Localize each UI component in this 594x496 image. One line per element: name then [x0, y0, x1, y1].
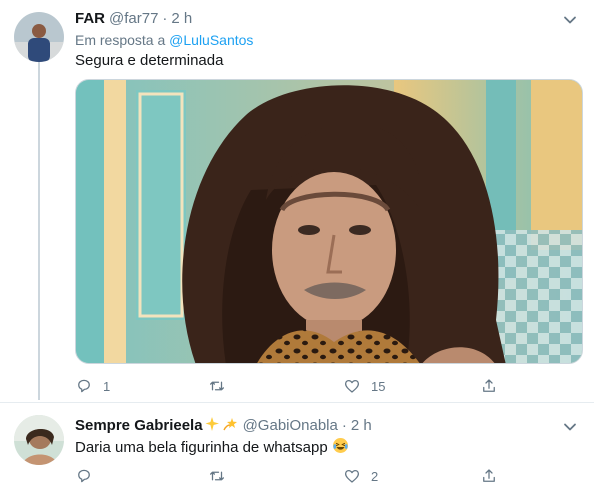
tweet-header: Sempre Gabrieela @GabiOnabla · 2 h [75, 416, 372, 434]
heart-icon [344, 379, 360, 393]
laughing-tears-emoji [332, 438, 349, 456]
avatar[interactable] [14, 415, 64, 465]
thread-line [38, 62, 40, 400]
like-button[interactable]: 2 [343, 465, 378, 487]
retweet-button[interactable] [208, 465, 236, 487]
timestamp[interactable]: 2 h [351, 417, 372, 434]
tweet-text: Daria uma bela figurinha de whatsapp [75, 437, 349, 456]
separator: · [341, 417, 347, 434]
tweet-media-image[interactable] [75, 79, 583, 364]
tweet-far[interactable]: FAR @far77 · 2 h Em resposta a @LuluSant… [0, 0, 594, 402]
reply-mention-link[interactable]: @LuluSantos [169, 32, 253, 48]
tweet-text-body: Daria uma bela figurinha de whatsapp [75, 439, 328, 456]
reply-icon [78, 379, 90, 393]
like-button[interactable]: 15 [343, 375, 385, 397]
like-count: 15 [371, 378, 386, 394]
reply-button[interactable]: 1 [75, 375, 110, 397]
tweet-sempre-gabrieela[interactable]: Sempre Gabrieela @GabiOnabla · 2 h Daria… [0, 402, 594, 496]
share-button[interactable] [480, 465, 498, 487]
heart-icon [344, 469, 360, 483]
share-button[interactable] [480, 375, 498, 397]
more-options-icon[interactable] [562, 12, 578, 28]
reply-context: Em resposta a @LuluSantos [75, 32, 253, 48]
tweet-header: FAR @far77 · 2 h [75, 10, 192, 27]
sparkles-emoji [205, 416, 221, 434]
timestamp[interactable]: 2 h [171, 10, 192, 27]
author-handle[interactable]: @GabiOnabla [243, 417, 338, 434]
retweet-button[interactable] [208, 375, 236, 397]
reply-count: 1 [103, 378, 111, 394]
reply-prefix: Em resposta a [75, 32, 166, 48]
reply-button[interactable] [75, 465, 103, 487]
share-icon [483, 469, 495, 482]
tweet-text: Segura e determinada [75, 52, 224, 69]
author-name[interactable]: Sempre Gabrieela [75, 417, 203, 434]
reply-icon [78, 469, 90, 483]
more-options-icon[interactable] [562, 419, 578, 435]
separator: · [162, 10, 168, 27]
retweet-icon [209, 381, 225, 391]
retweet-icon [209, 471, 225, 481]
author-name[interactable]: FAR [75, 10, 105, 27]
share-icon [483, 379, 495, 392]
dizzy-emoji [222, 416, 239, 434]
avatar[interactable] [14, 12, 64, 62]
author-handle[interactable]: @far77 [109, 10, 158, 27]
tweet-actions: 1 15 [75, 375, 555, 397]
tweet-actions: 2 [75, 465, 555, 487]
like-count: 2 [371, 468, 379, 484]
